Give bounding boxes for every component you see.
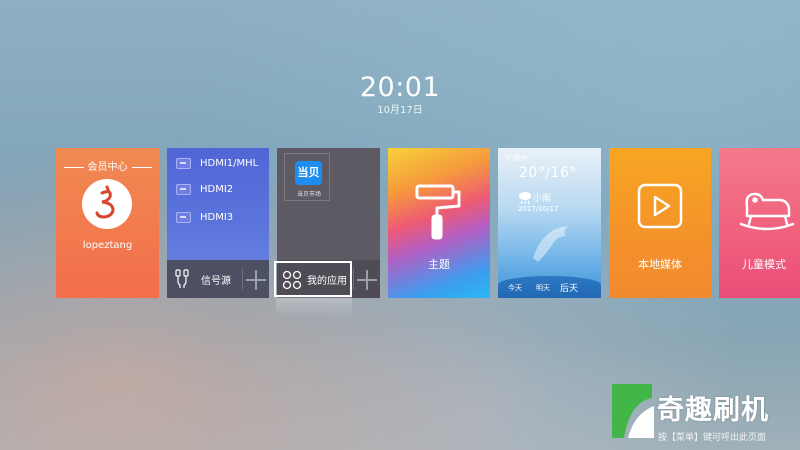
rocking-horse-icon	[737, 188, 797, 238]
brand-name: 奇趣刷机	[657, 395, 769, 426]
weather-temperature: 20°/16°	[519, 165, 577, 181]
source-item-hdmi2[interactable]: HDMI2	[176, 179, 233, 199]
dolphin-icon	[528, 218, 578, 272]
clock-time: 20:01	[359, 72, 441, 103]
paint-roller-icon	[415, 184, 463, 246]
source-item-hdmi3[interactable]: HDMI3	[176, 207, 233, 227]
weather-city-name: 杭州	[513, 154, 528, 162]
watermark: 奇趣刷机 按【菜单】键可呼出此页面	[610, 382, 800, 450]
source-item-label: HDMI3	[200, 211, 234, 223]
source-item-hdmi1[interactable]: HDMI1/MHL	[176, 153, 258, 173]
hdmi-icon	[176, 157, 191, 169]
play-icon	[636, 182, 684, 234]
weather-city: ⚲ 杭州	[506, 153, 527, 163]
tile-weather[interactable]: ⚲ 杭州 20°/16° 小雨 2017/10/17 今天 明天 后天	[498, 148, 601, 298]
app-caption: 当贝市场	[296, 191, 321, 198]
add-icon[interactable]	[357, 270, 377, 290]
weather-condition: 小雨	[533, 194, 552, 204]
source-item-label: HDMI2	[200, 183, 234, 195]
media-label: 本地媒体	[638, 258, 682, 271]
avatar	[82, 179, 132, 229]
tile-kids-mode[interactable]: 儿童模式	[719, 148, 800, 298]
focus-highlight	[274, 261, 352, 297]
focus-reflection	[276, 297, 352, 317]
brand-logo-icon	[610, 382, 655, 440]
tile-signal-source[interactable]: HDMI1/MHL HDMI2 HDMI3 信号源	[167, 148, 269, 298]
kids-label: 儿童模式	[742, 258, 786, 271]
weather-day-tomorrow: 明天	[536, 284, 550, 292]
weather-date: 2017/10/17	[518, 205, 559, 213]
tile-member-center[interactable]: 会员中心 lopeztang	[56, 148, 159, 298]
member-username: lopeztang	[82, 240, 133, 251]
clock: 20:01 10月17日	[0, 72, 800, 118]
divider	[353, 268, 354, 290]
source-item-label: HDMI1/MHL	[200, 157, 259, 169]
member-title: 会员中心	[56, 158, 159, 173]
hdmi-icon	[176, 211, 191, 223]
dangbei-app-icon: 当贝	[295, 161, 322, 185]
plug-icon	[175, 269, 189, 293]
divider	[242, 268, 243, 290]
tile-local-media[interactable]: 本地媒体	[609, 148, 711, 298]
tile-theme[interactable]: 主题	[388, 148, 490, 298]
hdmi-icon	[176, 183, 191, 195]
clock-date: 10月17日	[377, 105, 423, 116]
theme-label: 主题	[428, 258, 450, 271]
weather-day-after: 后天	[560, 284, 579, 294]
weather-day-today: 今天	[508, 284, 522, 292]
source-label: 信号源	[201, 276, 231, 287]
menu-hint: 按【菜单】键可呼出此页面	[658, 433, 767, 443]
add-icon[interactable]	[246, 270, 266, 290]
source-bottom-bar[interactable]: 信号源	[167, 260, 269, 298]
location-icon: ⚲	[506, 154, 512, 162]
app-shortcut[interactable]: 当贝 当贝市场	[284, 153, 330, 201]
